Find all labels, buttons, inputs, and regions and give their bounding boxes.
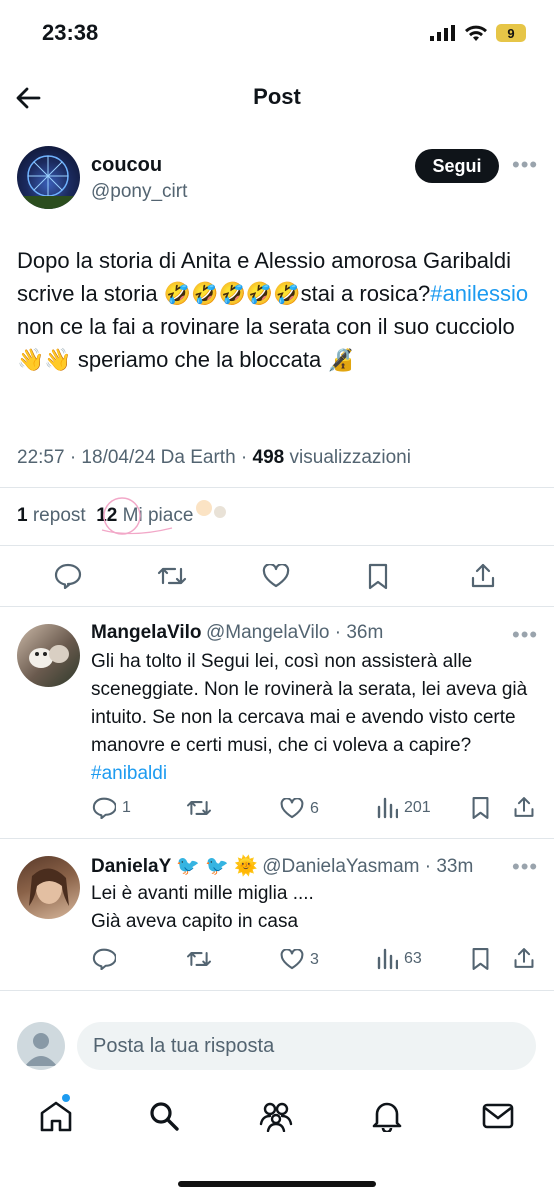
author-avatar[interactable] (17, 146, 80, 209)
divider (0, 606, 554, 607)
views-count: 498 (252, 447, 285, 468)
reply-count: 1 (122, 799, 131, 816)
tab-messages[interactable] (482, 1102, 514, 1130)
reply-author-handle[interactable]: @DanielaYasmam · 33m (262, 856, 473, 877)
reply-repost-button[interactable] (186, 948, 218, 970)
wifi-icon (465, 25, 487, 41)
reply-text-line-1: Lei è avanti mille miglia .... (91, 883, 314, 904)
author-name[interactable]: coucou (91, 154, 162, 177)
reply-more-icon[interactable]: ••• (512, 854, 538, 880)
like-button[interactable] (262, 564, 290, 588)
page-title: Post (253, 84, 301, 109)
repost-button[interactable] (157, 563, 187, 589)
reply-share-button[interactable] (513, 795, 535, 819)
reply-header: MangelaVilo @MangelaVilo · 36m (91, 622, 383, 644)
tab-bar (0, 1094, 554, 1140)
reply-text: Gli ha tolto il Segui lei, così non assi… (91, 651, 528, 784)
search-icon (150, 1102, 179, 1131)
reply-author-name[interactable]: MangelaVilo (91, 622, 202, 643)
divider (0, 990, 554, 991)
reply-author-handle[interactable]: @MangelaVilo · 36m (206, 622, 383, 643)
bookmark-icon (472, 948, 489, 970)
reply-text-line-2: Già aveva capito in casa (91, 911, 299, 932)
reply-button[interactable] (54, 563, 82, 589)
tab-notifications[interactable] (372, 1100, 402, 1132)
views-count: 63 (404, 950, 422, 967)
reply-bookmark-button[interactable] (471, 947, 490, 971)
share-icon (514, 948, 534, 968)
tab-communities[interactable] (258, 1100, 294, 1132)
share-icon (471, 563, 495, 588)
reply-repost-button[interactable] (186, 797, 218, 819)
divider (0, 838, 554, 839)
like-count: 3 (310, 950, 319, 968)
reply-like-button[interactable]: 6 (280, 798, 319, 819)
status-icons: 9 (430, 24, 526, 42)
hashtag-link[interactable]: #anilessio (430, 281, 528, 306)
reply-views-button[interactable]: 63 (376, 948, 422, 970)
bell-icon (372, 1102, 402, 1132)
follow-button[interactable]: Segui (415, 149, 499, 183)
default-avatar-icon (25, 1033, 57, 1066)
bookmark-icon (368, 563, 388, 590)
reply-icon (54, 563, 82, 589)
status-time: 23:38 (42, 20, 99, 45)
bookmark-icon (472, 797, 489, 819)
repost-icon (186, 801, 212, 815)
reply-avatar[interactable] (17, 624, 80, 687)
divider (0, 487, 554, 488)
author-handle[interactable]: @pony_cirt (91, 181, 187, 203)
user-avatar[interactable] (17, 1022, 65, 1070)
reply-input[interactable]: Posta la tua risposta (77, 1022, 536, 1070)
views-chart-icon (377, 948, 398, 970)
views-chart-icon (377, 797, 398, 819)
reply-views-button[interactable]: 201 (376, 797, 431, 819)
mail-icon (482, 1103, 514, 1129)
home-icon (40, 1101, 72, 1132)
tab-search[interactable] (148, 1100, 180, 1132)
post-text: Dopo la storia di Anita e Alessio amoros… (17, 248, 529, 372)
reply-reply-button[interactable] (92, 948, 122, 970)
repost-icon (186, 952, 212, 966)
bookmark-button[interactable] (367, 563, 389, 590)
communities-icon (259, 1102, 293, 1132)
divider (0, 545, 554, 546)
reply-like-button[interactable]: 3 (280, 949, 319, 970)
hashtag-link[interactable]: #anibaldi (91, 763, 167, 784)
reply-author-name[interactable]: DanielaY (91, 856, 171, 877)
tab-home[interactable] (39, 1094, 73, 1132)
home-indicator (178, 1181, 376, 1187)
reply-avatar[interactable] (17, 856, 80, 919)
heart-icon (280, 798, 304, 819)
post-meta: 22:57 · 18/04/24 Da Earth · 498 visualiz… (17, 447, 411, 468)
reply-icon (92, 797, 116, 819)
notification-dot (62, 1094, 70, 1102)
reply-share-button[interactable] (513, 946, 535, 970)
signal-icon (430, 25, 455, 41)
views-count: 201 (404, 799, 431, 816)
reply-bookmark-button[interactable] (471, 796, 490, 820)
more-options-icon[interactable]: ••• (512, 152, 538, 178)
repost-icon (157, 567, 187, 585)
reply-reply-button[interactable]: 1 (92, 797, 131, 819)
heart-icon (262, 564, 290, 588)
name-emoji: 🐦 🐦 🌞 (170, 856, 258, 877)
sticker-watermark (92, 490, 232, 542)
reply-more-icon[interactable]: ••• (512, 622, 538, 648)
reply-header: DanielaY 🐦 🐦 🌞 @DanielaYasmam · 33m (91, 854, 473, 878)
battery-indicator: 9 (496, 24, 526, 42)
share-button[interactable] (470, 562, 496, 589)
like-count: 6 (310, 799, 319, 817)
share-icon (514, 797, 534, 817)
reply-icon (92, 948, 116, 970)
heart-icon (280, 949, 304, 970)
